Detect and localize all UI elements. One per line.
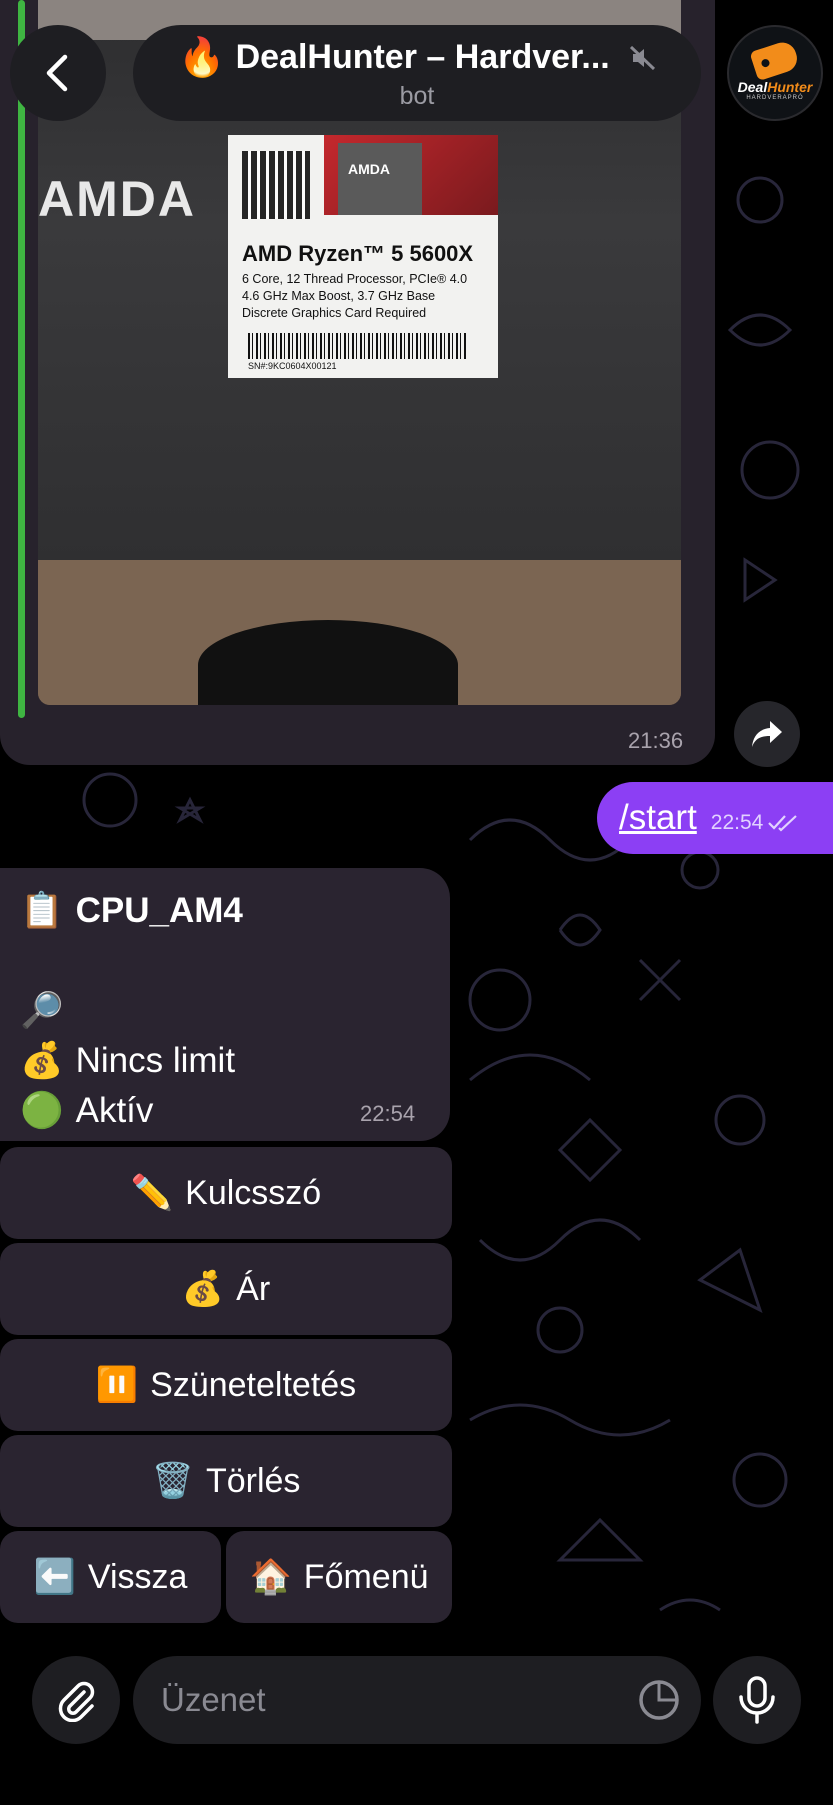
spec-line: Discrete Graphics Card Required [242,306,427,320]
chevron-left-icon [46,54,68,92]
trash-icon: 🗑️ [151,1462,194,1500]
microphone-icon [739,1676,775,1724]
qr-code [242,151,310,219]
fire-icon: 🔥 [178,36,226,79]
price-limit: Nincs limit [75,1041,236,1080]
share-button[interactable] [734,701,800,767]
outgoing-message[interactable]: /start 22:54 [597,782,833,854]
pause-icon: ⏸️ [95,1366,139,1404]
arrow-left-icon: ⬅️ [33,1558,76,1596]
avatar-brand-suffix: Hunter [767,79,813,95]
price-button[interactable]: 💰 Ár [0,1243,452,1335]
photo-model-name: AMD Ryzen™ 5 5600X [242,241,474,266]
main-menu-button[interactable]: 🏠 Főmenü [226,1531,452,1623]
chat-title: DealHunter – Hardver... [235,38,610,76]
magnifier-icon: 🔎 [20,991,64,1030]
pencil-icon: ✏️ [130,1174,174,1212]
chip-logo: AMDA [348,161,390,177]
status-text: Aktív [75,1091,154,1130]
price-tag-icon [749,38,801,82]
price-button-label: Ár [236,1269,271,1308]
serial-number: SN#:9KC0604X00121 [248,361,337,371]
avatar-brand: DealHunter [738,79,813,95]
message-input-wrapper[interactable] [133,1656,701,1744]
back-button-label: Vissza [87,1557,188,1596]
chat-subtitle: bot [399,81,435,110]
keyword-button[interactable]: ✏️ Kulcsszó [0,1147,452,1239]
spec-line: 4.6 GHz Max Boost, 3.7 GHz Base [242,289,436,303]
muted-speaker-icon [629,45,655,70]
avatar-brand-prefix: Deal [737,79,768,95]
double-check-icon [768,815,798,832]
delete-button[interactable]: 🗑️ Törlés [0,1435,452,1527]
keyword-button-label: Kulcsszó [185,1173,322,1212]
message-time: 22:54 [360,1101,416,1126]
main-menu-button-label: Főmenü [303,1557,429,1596]
back-button[interactable] [10,25,106,121]
pause-button[interactable]: ⏸️ Szüneteltetés [0,1339,452,1431]
clipboard-icon: 📋 [20,891,64,930]
microphone-button[interactable] [713,1656,801,1744]
command-link[interactable]: /start [619,798,697,838]
money-bag-icon: 💰 [20,1041,64,1080]
house-icon: 🏠 [249,1558,292,1596]
green-circle-icon: 🟢 [20,1091,64,1130]
money-bag-icon: 💰 [181,1270,225,1308]
message-time: 22:54 [710,811,764,834]
attach-button[interactable] [32,1656,120,1744]
pause-button-label: Szüneteltetés [150,1365,357,1404]
spec-line: 6 Core, 12 Thread Processor, PCIe® 4.0 [242,272,468,286]
sticker-icon[interactable] [637,1678,681,1722]
delete-button-label: Törlés [205,1461,301,1500]
bot-avatar[interactable]: DealHunter HARDVERAPRÓ [727,25,823,121]
photo-specs: 6 Core, 12 Thread Processor, PCIe® 4.0 4… [242,271,467,322]
back-menu-button[interactable]: ⬅️ Vissza [0,1531,221,1623]
label-chip-image: AMDA [338,143,422,215]
barcode [248,333,468,359]
message-input[interactable] [161,1681,601,1719]
paperclip-icon [58,1681,95,1722]
chat-title-pill[interactable]: 🔥 DealHunter – Hardver... bot [133,25,701,121]
message-time: 21:36 [628,728,684,753]
share-arrow-icon [752,721,782,747]
photo-product-label: AMDA AMD Ryzen™ 5 5600X 6 Core, 12 Threa… [228,135,498,378]
photo-shadow [198,620,458,705]
photo-amd-logo: AMDA [38,171,196,227]
alert-name: CPU_AM4 [75,891,243,930]
avatar-subtext: HARDVERAPRÓ [746,95,804,101]
